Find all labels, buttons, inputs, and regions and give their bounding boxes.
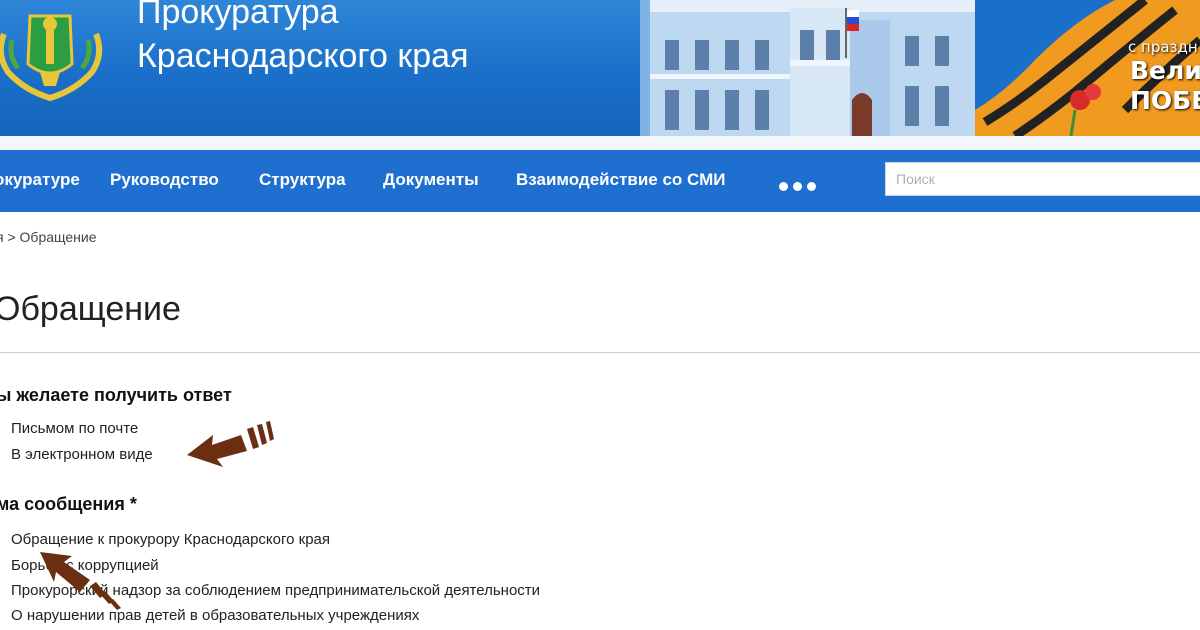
nav-item-structure[interactable]: Структура [259,170,346,190]
victory-word-1: Вели [1130,56,1200,85]
victory-word-2: ПОБЕ [1130,86,1200,115]
site-title-line-2: Краснодарского края [137,37,469,75]
message-topic-label: ма сообщения * [0,494,137,514]
nav-item-media[interactable]: Взаимодействие со СМИ [516,170,725,190]
breadcrumb: я > Обращение [0,229,97,245]
annotation-arrow-icon [187,421,274,467]
victory-greeting: с праздн [1128,38,1198,56]
reply-option-electronic[interactable]: В электронном виде [11,446,153,463]
topic-option-prosecutor[interactable]: Обращение к прокурору Краснодарского кра… [11,531,330,548]
title-divider [0,352,1200,353]
reply-method-label: ы желаете получить ответ [0,385,232,405]
topic-option-corruption[interactable]: Борьба с коррупцией [11,557,159,574]
reply-option-post[interactable]: Письмом по почте [11,420,138,437]
topic-option-business[interactable]: Прокурорский надзор за соблюдением предп… [11,582,540,599]
building-photo [640,0,1020,136]
search-input[interactable] [885,162,1200,196]
page-title: Обращение [0,290,181,328]
site-title-line-1: Прокуратура [137,0,339,31]
prosecutor-emblem-icon[interactable] [0,0,106,106]
nav-item-documents[interactable]: Документы [383,170,479,190]
nav-item-about[interactable]: окуратуре [0,170,80,190]
site-header: Прокуратура Краснодарского края с праздн… [0,0,1200,136]
nav-item-leadership[interactable]: Руководство [110,170,219,190]
topic-option-children[interactable]: О нарушении прав детей в образовательных… [11,607,419,624]
site-title[interactable]: Прокуратура Краснодарского края [137,0,469,78]
header-separator [0,136,1200,150]
more-menu-icon[interactable] [779,178,821,196]
